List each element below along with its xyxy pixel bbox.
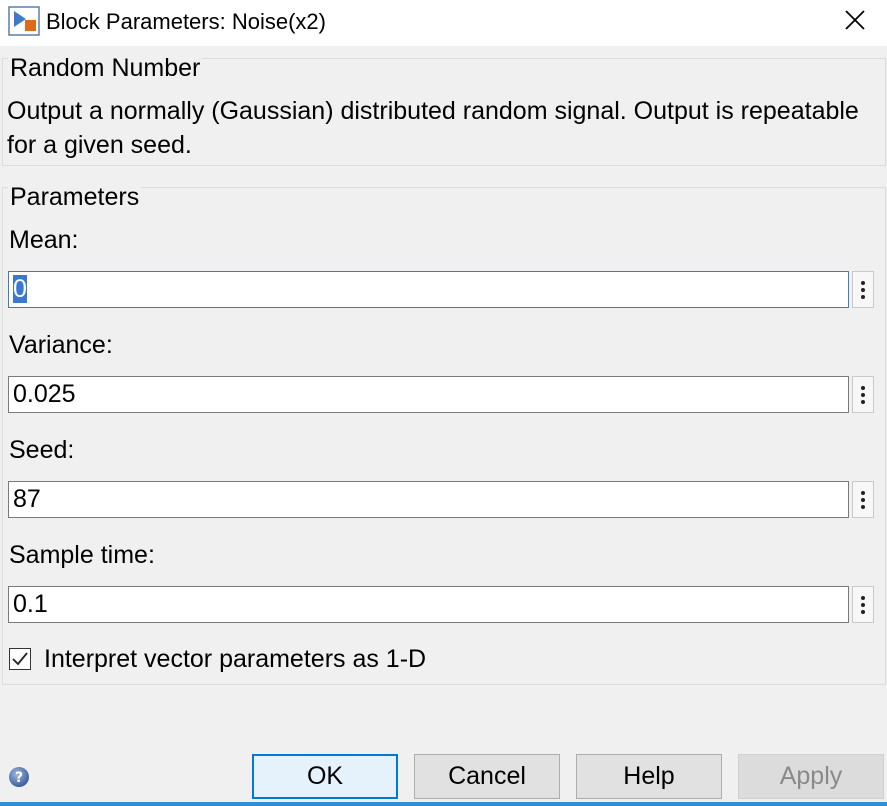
variance-more-button[interactable] [852,376,874,413]
help-button[interactable]: Help [576,754,722,799]
parameters-group-label: Parameters [8,182,142,212]
mean-label: Mean: [9,226,79,254]
variance-field[interactable]: 0.025 [8,376,849,413]
simulink-block-icon [8,6,40,36]
svg-text:?: ? [15,770,23,786]
sample-time-field[interactable]: 0.1 [8,586,849,623]
close-button[interactable] [832,0,878,40]
cancel-button[interactable]: Cancel [414,754,560,799]
close-icon [845,10,865,30]
vertical-ellipsis-icon [861,280,865,299]
checkmark-icon [12,652,28,666]
help-icon[interactable]: ? [8,766,30,788]
interpret-vector-label: Interpret vector parameters as 1-D [44,645,427,673]
mean-more-button[interactable] [852,271,874,308]
title-bar: Block Parameters: Noise(x2) [0,0,887,46]
seed-more-button[interactable] [852,481,874,518]
description-group-label: Random Number [8,53,203,83]
vertical-ellipsis-icon [861,385,865,404]
interpret-vector-checkbox[interactable] [9,648,31,670]
mean-value: 0 [13,275,27,303]
variance-label: Variance: [9,331,113,359]
sample-time-more-button[interactable] [852,586,874,623]
seed-field[interactable]: 87 [8,481,849,518]
vertical-ellipsis-icon [861,490,865,509]
ok-button[interactable]: OK [252,754,398,799]
window-title: Block Parameters: Noise(x2) [46,9,326,34]
mean-field[interactable]: 0 [8,271,849,308]
block-description: Output a normally (Gaussian) distributed… [7,97,859,159]
vertical-ellipsis-icon [861,595,865,614]
apply-button[interactable]: Apply [738,754,884,799]
sample-time-label: Sample time: [9,541,155,569]
seed-label: Seed: [9,436,75,464]
window-border [0,802,887,806]
